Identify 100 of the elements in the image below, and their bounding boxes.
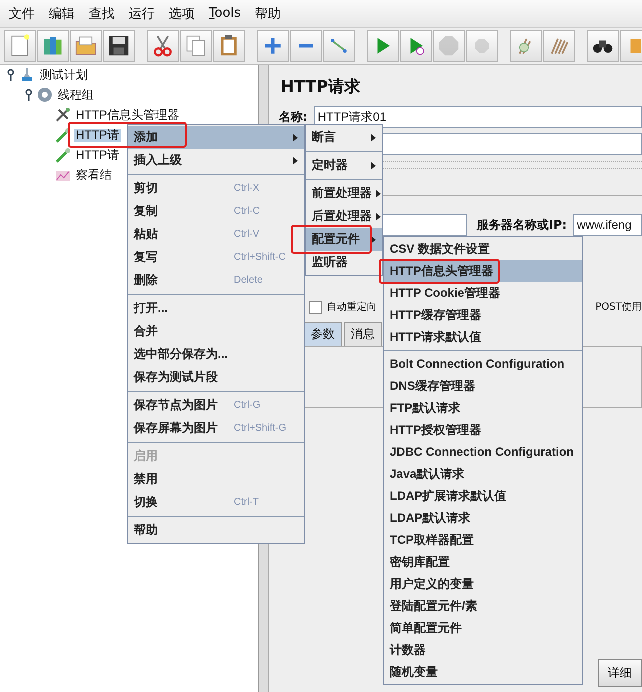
menu-item[interactable]: 简单配置元件 xyxy=(384,617,582,639)
menu-item[interactable]: LDAP扩展请求默认值 xyxy=(384,485,582,507)
menu-item[interactable]: 监听器 xyxy=(306,251,382,274)
menu-item[interactable]: CSV 数据文件设置 xyxy=(384,238,582,260)
menu-item[interactable]: HTTP缓存管理器 xyxy=(384,304,582,326)
minus-icon xyxy=(299,44,313,48)
menu-item[interactable]: 剪切 Ctrl-X xyxy=(128,177,304,200)
plus-button[interactable] xyxy=(257,30,289,62)
menu-item[interactable]: Bolt Connection Configuration xyxy=(384,353,582,375)
menu-item[interactable]: 帮助 xyxy=(248,4,288,22)
tree-node-icon xyxy=(54,126,72,144)
broom-button[interactable] xyxy=(543,30,575,62)
menu-item[interactable]: 密钥库配置 xyxy=(384,551,582,573)
tab[interactable]: 参数 xyxy=(304,322,342,346)
menu-item[interactable]: 选中部分保存为... xyxy=(128,343,304,366)
server-field[interactable]: www.ifeng xyxy=(573,214,642,236)
menu-item[interactable]: HTTP授权管理器 xyxy=(384,419,582,441)
floppy-disk-button[interactable] xyxy=(103,30,135,62)
menu-item[interactable]: 登陆配置元件/素 xyxy=(384,595,582,617)
menu-item[interactable]: 配置元件 xyxy=(306,228,382,251)
menu-item[interactable]: 断言 xyxy=(306,126,382,149)
box-icon xyxy=(630,39,642,53)
menu-item[interactable]: 删除 Delete xyxy=(128,269,304,292)
menu-item[interactable]: 保存屏幕为图片 Ctrl+Shift-G xyxy=(128,417,304,440)
menu-item[interactable]: HTTP Cookie管理器 xyxy=(384,282,582,304)
clipboard-button[interactable] xyxy=(213,30,245,62)
menu-item[interactable]: HTTP信息头管理器 xyxy=(384,260,582,282)
menu-item[interactable]: LDAP默认请求 xyxy=(384,507,582,529)
menu-item[interactable]: 计数器 xyxy=(384,639,582,661)
tree-item[interactable]: HTTP信息头管理器 xyxy=(74,108,182,122)
menu-item[interactable]: Java默认请求 xyxy=(384,463,582,485)
menu-item[interactable]: 禁用 xyxy=(128,468,304,491)
minus-button[interactable] xyxy=(290,30,322,62)
menu-item[interactable]: 打开... xyxy=(128,297,304,320)
play-button[interactable] xyxy=(400,30,432,62)
menu-item[interactable]: 添加 xyxy=(128,126,304,149)
clipboard-icon xyxy=(221,36,237,56)
tree-node-icon xyxy=(36,86,54,104)
panel-title: HTTP请求 xyxy=(281,77,362,98)
play-button[interactable] xyxy=(367,30,399,62)
tree-item[interactable]: HTTP请 xyxy=(74,128,122,142)
blank-page-button[interactable] xyxy=(4,30,36,62)
menu-item[interactable]: 复制 Ctrl-C xyxy=(128,200,304,223)
tree-node-icon xyxy=(54,146,72,164)
menu-item[interactable]: DNS缓存管理器 xyxy=(384,375,582,397)
folder-button[interactable] xyxy=(70,30,102,62)
copy-icon xyxy=(186,36,206,56)
expanded-handle-icon[interactable] xyxy=(6,69,16,81)
tree-item[interactable]: 察看结 xyxy=(74,168,114,182)
books-button[interactable] xyxy=(37,30,69,62)
menu-item[interactable]: 定时器 xyxy=(306,154,382,177)
menu-item[interactable]: FTP默认请求 xyxy=(384,397,582,419)
menu-item[interactable]: 切换 Ctrl-T xyxy=(128,491,304,514)
checkbox-label: 自动重定向 xyxy=(327,300,377,314)
menu-item[interactable]: 用户定义的变量 xyxy=(384,573,582,595)
broom-icon xyxy=(519,38,532,55)
expanded-handle-icon[interactable] xyxy=(24,89,34,101)
broom-button[interactable] xyxy=(510,30,542,62)
detail-button[interactable]: 详细 xyxy=(598,659,642,687)
menu-item[interactable]: 帮助 xyxy=(128,519,304,542)
shortcut-label: Ctrl+Shift-G xyxy=(234,423,288,434)
binoculars-icon xyxy=(593,40,613,53)
menu-item[interactable]: 保存为测试片段 xyxy=(128,366,304,389)
tree-item[interactable]: HTTP请 xyxy=(74,148,122,162)
name-field[interactable]: HTTP请求01 xyxy=(314,106,642,128)
menu-item[interactable]: 插入上级 xyxy=(128,149,304,172)
octagon-icon xyxy=(439,36,459,56)
shortcut-label: Ctrl-T xyxy=(234,497,260,508)
menu-item[interactable]: 文件 xyxy=(2,4,42,22)
scissors-button[interactable] xyxy=(147,30,179,62)
scissors-icon xyxy=(154,36,172,57)
tab[interactable]: 消息 xyxy=(344,322,382,346)
menu-item[interactable]: 合并 xyxy=(128,320,304,343)
copy-button[interactable] xyxy=(180,30,212,62)
menu-item[interactable]: JDBC Connection Configuration xyxy=(384,441,582,463)
checkbox[interactable] xyxy=(309,300,322,314)
menu-item[interactable]: 粘贴 Ctrl-V xyxy=(128,223,304,246)
name-label: 名称: xyxy=(279,108,308,126)
menu-item[interactable]: 后置处理器 xyxy=(306,205,382,228)
menu-item[interactable]: 前置处理器 xyxy=(306,182,382,205)
broom-icon xyxy=(551,38,569,55)
menu-item[interactable]: HTTP请求默认值 xyxy=(384,326,582,348)
shortcut-label: Ctrl-V xyxy=(234,229,261,240)
octagon-icon xyxy=(475,39,489,53)
blank-page-icon xyxy=(12,34,30,56)
menu-item[interactable]: 运行 xyxy=(122,4,162,22)
tree-item[interactable]: 线程组 xyxy=(56,88,96,102)
menu-item[interactable]: Tools xyxy=(202,6,248,21)
binoculars-button[interactable] xyxy=(587,30,619,62)
menu-item[interactable]: 选项 xyxy=(162,4,202,22)
menu-item[interactable]: 复写 Ctrl+Shift-C xyxy=(128,246,304,269)
menu-item[interactable]: 随机变量 xyxy=(384,661,582,683)
menu-item[interactable]: TCP取样器配置 xyxy=(384,529,582,551)
menu-item[interactable]: 保存节点为图片 Ctrl-G xyxy=(128,394,304,417)
tree-item[interactable]: 测试计划 xyxy=(38,68,90,82)
menu-item[interactable]: 查找 xyxy=(82,4,122,22)
tree-node-icon xyxy=(54,106,72,124)
menu-item[interactable]: 编辑 xyxy=(42,4,82,22)
toggle-button[interactable] xyxy=(323,30,355,62)
plus-icon xyxy=(263,36,283,56)
